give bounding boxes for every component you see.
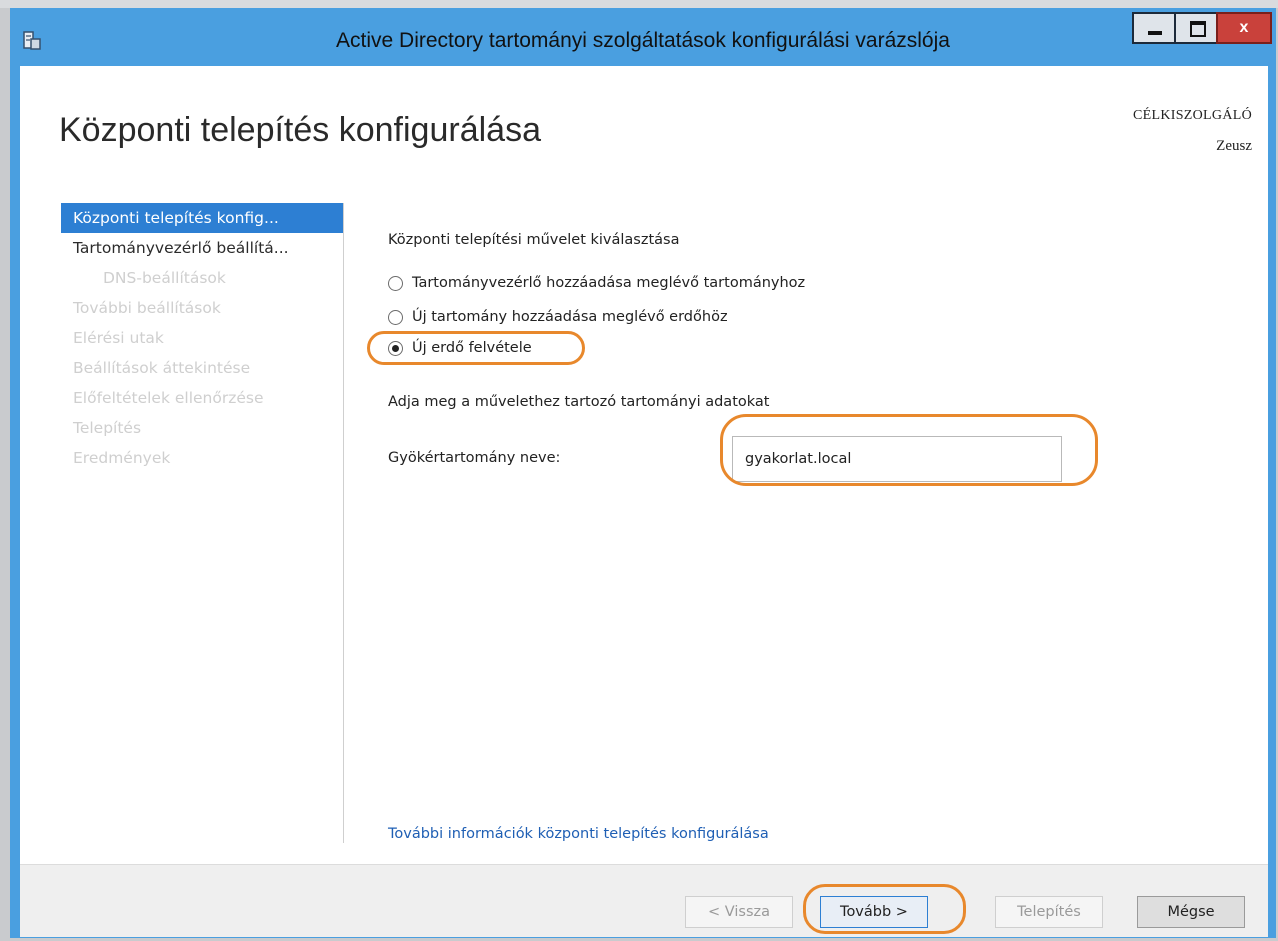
window-title: Active Directory tartományi szolgáltatás… (336, 29, 950, 52)
wizard-window: Active Directory tartományi szolgáltatás… (10, 8, 1276, 938)
radio-unchecked-icon[interactable] (388, 275, 403, 291)
radio-label[interactable]: Tartományvezérlő hozzáadása meglévő tart… (412, 275, 805, 291)
more-info-link[interactable]: További információk központi telepítés k… (388, 826, 769, 842)
nav-divider (343, 203, 344, 843)
title-bar[interactable]: Active Directory tartományi szolgáltatás… (10, 8, 1276, 66)
desktop-background (0, 0, 1278, 8)
nav-step-results: Eredmények (73, 449, 171, 467)
nav-step-review-options: Beállítások áttekintése (73, 359, 251, 377)
minimize-icon (1148, 31, 1162, 35)
radio-unchecked-icon[interactable] (388, 309, 403, 325)
radio-add-new-forest[interactable]: Új erdő felvétele (388, 337, 532, 359)
radio-add-domain-existing-forest[interactable]: Új tartomány hozzáadása meglévő erdőhöz (388, 306, 728, 328)
close-button[interactable]: x (1216, 12, 1272, 44)
wizard-footer: < Vissza Tovább > Telepítés Mégse (20, 864, 1268, 937)
nav-step-installation: Telepítés (73, 419, 142, 437)
main-content: Központi telepítési művelet kiválasztása… (388, 66, 1248, 936)
nav-step-paths: Elérési utak (73, 329, 164, 347)
nav-step-deployment-configuration[interactable]: Központi telepítés konfig... (61, 203, 343, 233)
nav-step-prerequisites-check: Előfeltételek ellenőrzése (73, 389, 264, 407)
radio-checked-icon[interactable] (388, 340, 403, 356)
maximize-icon (1190, 21, 1206, 37)
close-icon: x (1239, 19, 1249, 36)
maximize-button[interactable] (1174, 12, 1218, 44)
next-button[interactable]: Tovább > (820, 896, 928, 928)
wizard-steps-nav: Központi telepítés konfig... Tartományve… (61, 203, 343, 473)
domain-info-heading: Adja meg a művelethez tartozó tartományi… (388, 394, 770, 410)
nav-step-additional-options: További beállítások (73, 299, 221, 317)
cancel-button[interactable]: Mégse (1137, 896, 1245, 928)
root-domain-input[interactable]: gyakorlat.local (732, 436, 1062, 482)
radio-add-dc-existing-domain[interactable]: Tartományvezérlő hozzáadása meglévő tart… (388, 272, 805, 294)
install-button[interactable]: Telepítés (995, 896, 1103, 928)
back-button[interactable]: < Vissza (685, 896, 793, 928)
operation-heading: Központi telepítési művelet kiválasztása (388, 232, 680, 248)
root-domain-label: Gyökértartomány neve: (388, 450, 561, 466)
radio-label[interactable]: Új erdő felvétele (412, 340, 532, 356)
nav-step-dns-options: DNS-beállítások (103, 269, 226, 287)
nav-step-dc-options[interactable]: Tartományvezérlő beállítá... (61, 233, 343, 263)
minimize-button[interactable] (1132, 12, 1176, 44)
radio-label[interactable]: Új tartomány hozzáadása meglévő erdőhöz (412, 309, 728, 325)
wizard-client-area: Központi telepítés konfigurálása CÉLKISZ… (20, 66, 1268, 937)
